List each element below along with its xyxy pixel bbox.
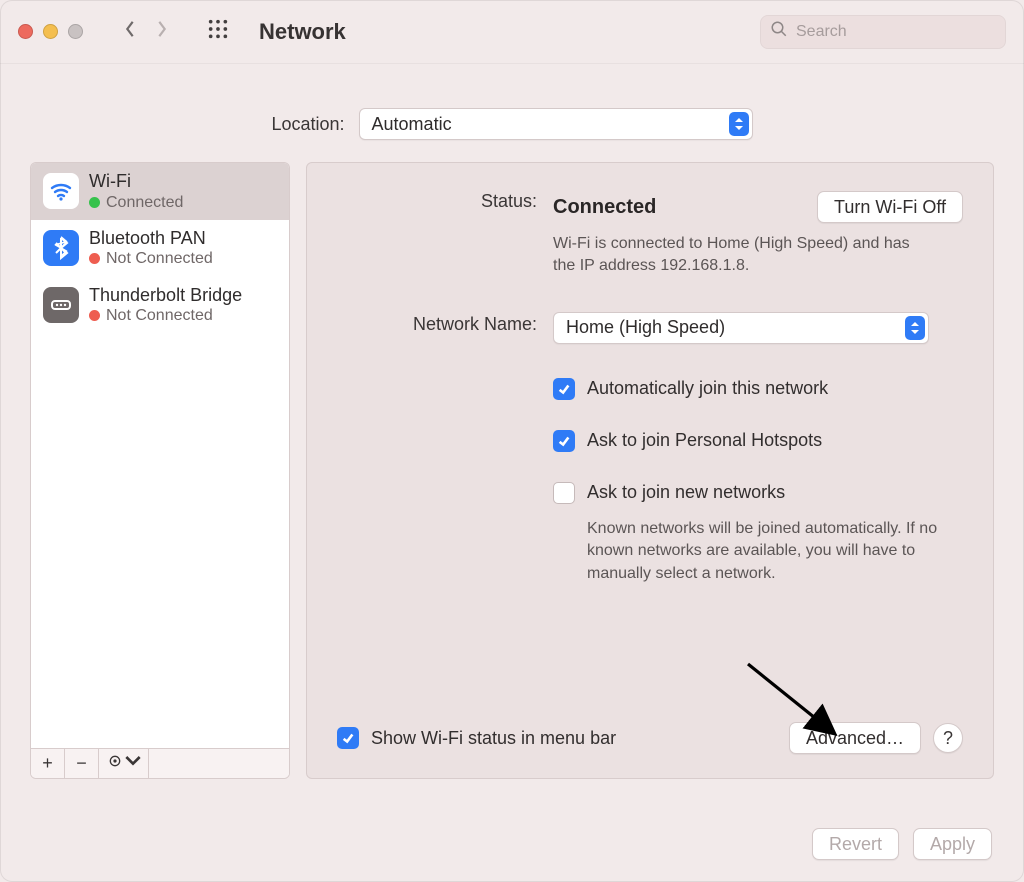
stepper-icon (905, 316, 925, 340)
ask-new-checkbox[interactable] (553, 482, 575, 504)
wifi-icon (43, 173, 79, 209)
service-status: Connected (106, 193, 183, 212)
auto-join-label: Automatically join this network (587, 378, 828, 399)
service-name: Thunderbolt Bridge (89, 285, 242, 307)
plus-icon: + (42, 753, 53, 774)
add-service-button[interactable]: + (31, 749, 65, 778)
chevron-right-icon (155, 20, 169, 43)
auto-join-row: Automatically join this network (553, 378, 963, 400)
sidebar-item-wifi[interactable]: Wi-Fi Connected (31, 163, 289, 220)
apply-button[interactable]: Apply (913, 828, 992, 860)
zoom-window-button[interactable] (68, 24, 83, 39)
ask-hotspot-row: Ask to join Personal Hotspots (553, 430, 963, 452)
help-icon: ? (943, 728, 953, 749)
status-dot-icon (89, 310, 100, 321)
minimize-window-button[interactable] (43, 24, 58, 39)
service-name: Wi-Fi (89, 171, 183, 193)
network-name-row: Network Name: Home (High Speed) (337, 312, 963, 344)
grid-icon (207, 18, 229, 45)
pane-title: Network (259, 19, 346, 45)
status-dot-icon (89, 253, 100, 264)
advanced-button[interactable]: Advanced… (789, 722, 921, 754)
location-select[interactable]: Automatic (359, 108, 753, 140)
ask-new-row: Ask to join new networks (553, 482, 963, 504)
service-name: Bluetooth PAN (89, 228, 213, 250)
revert-button[interactable]: Revert (812, 828, 899, 860)
stepper-icon (729, 112, 749, 136)
service-actions-button[interactable] (99, 749, 149, 778)
service-status: Not Connected (106, 306, 213, 325)
ask-new-label: Ask to join new networks (587, 482, 785, 503)
ask-hotspot-checkbox[interactable] (553, 430, 575, 452)
status-value: Connected (553, 196, 656, 219)
search-field[interactable] (760, 15, 1006, 49)
chevron-left-icon (123, 20, 137, 43)
status-dot-icon (89, 197, 100, 208)
minus-icon: − (76, 753, 87, 774)
back-button[interactable] (121, 23, 139, 41)
status-row: Status: Connected Turn Wi-Fi Off Wi-Fi i… (337, 191, 963, 278)
bluetooth-icon (43, 230, 79, 266)
menubar-row: Show Wi-Fi status in menu bar Advanced… … (337, 722, 963, 754)
close-window-button[interactable] (18, 24, 33, 39)
service-status: Not Connected (106, 249, 213, 268)
network-name-value: Home (High Speed) (566, 317, 725, 338)
wifi-toggle-button[interactable]: Turn Wi-Fi Off (817, 191, 963, 223)
sidebar-footer: + − (31, 748, 289, 778)
network-name-label: Network Name: (337, 312, 537, 335)
location-value: Automatic (372, 114, 452, 135)
sidebar-item-bluetooth-pan[interactable]: Bluetooth PAN Not Connected (31, 220, 289, 277)
titlebar: Network (0, 0, 1024, 64)
remove-service-button[interactable]: − (65, 749, 99, 778)
network-name-select[interactable]: Home (High Speed) (553, 312, 929, 344)
show-menubar-checkbox[interactable] (337, 727, 359, 749)
auto-join-checkbox[interactable] (553, 378, 575, 400)
show-all-prefs-button[interactable] (207, 21, 229, 43)
ask-hotspot-label: Ask to join Personal Hotspots (587, 430, 822, 451)
status-description: Wi-Fi is connected to Home (High Speed) … (553, 233, 933, 278)
bottom-actions: Revert Apply (812, 828, 992, 860)
detail-panel: Status: Connected Turn Wi-Fi Off Wi-Fi i… (306, 162, 994, 779)
search-input[interactable] (796, 23, 996, 41)
ask-new-note: Known networks will be joined automatica… (587, 518, 963, 585)
thunderbolt-icon (43, 287, 79, 323)
window-controls (18, 24, 83, 39)
location-label: Location: (271, 114, 344, 135)
gear-icon (107, 753, 123, 774)
help-button[interactable]: ? (933, 723, 963, 753)
search-icon (770, 20, 788, 43)
forward-button[interactable] (153, 23, 171, 41)
chevron-down-icon (125, 753, 141, 774)
show-menubar-label: Show Wi-Fi status in menu bar (371, 728, 616, 749)
sidebar-item-thunderbolt-bridge[interactable]: Thunderbolt Bridge Not Connected (31, 277, 289, 334)
location-row: Location: Automatic (0, 108, 1024, 140)
services-sidebar: Wi-Fi Connected Bluetooth PAN Not Connec… (30, 162, 290, 779)
status-label: Status: (337, 191, 537, 212)
nav-buttons (121, 23, 171, 41)
